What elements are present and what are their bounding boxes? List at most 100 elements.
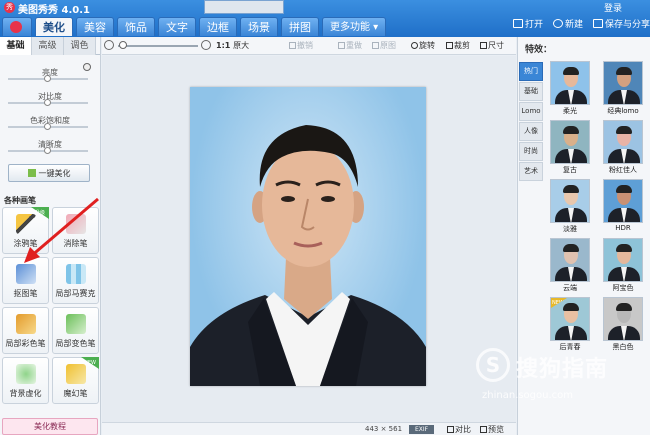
eraser-pen-button[interactable]: 消除笔 bbox=[52, 207, 99, 254]
pen-label: 抠图笔 bbox=[13, 289, 38, 298]
zoom-in-icon[interactable] bbox=[201, 40, 211, 50]
effect-thumbnail bbox=[550, 120, 590, 164]
local-mosaic-button[interactable]: 局部马赛克 bbox=[52, 257, 99, 304]
effect-thumbnail bbox=[603, 297, 643, 341]
slider-handle[interactable] bbox=[44, 123, 51, 130]
local-recolor-pen-button[interactable]: 局部变色笔 bbox=[52, 307, 99, 354]
doodle-pen-button[interactable]: 升级 涂鸦笔 bbox=[2, 207, 49, 254]
tutorial-label: 美化教程 bbox=[34, 422, 66, 431]
mosaic-icon bbox=[65, 264, 86, 284]
recolor-pen-icon bbox=[65, 314, 86, 334]
tab-more-features[interactable]: 更多功能 ▾ bbox=[322, 17, 387, 36]
beautify-tutorial-button[interactable]: 美化教程 bbox=[2, 418, 98, 435]
portrait-photo[interactable] bbox=[190, 87, 426, 386]
effect-grid: 柔光 经典lomo 复古 粉红佳人 淡雅 HDR 云端 阿宝色 NEW 后青春 黑白色 bbox=[545, 61, 649, 355]
effect-item[interactable]: 柔光 bbox=[545, 61, 595, 119]
blur-icon bbox=[15, 364, 36, 384]
effect-item[interactable]: 黑白色 bbox=[598, 297, 648, 355]
effect-item[interactable]: 云端 bbox=[545, 238, 595, 296]
login-link[interactable]: 登录 bbox=[604, 1, 622, 14]
compare-button[interactable]: 对比 bbox=[447, 424, 471, 435]
effect-item[interactable]: 淡雅 bbox=[545, 179, 595, 237]
home-logo-icon bbox=[10, 21, 22, 33]
effect-item[interactable]: NEW 后青春 bbox=[545, 297, 595, 355]
tab-beautify[interactable]: 美化 bbox=[35, 17, 73, 36]
effect-item[interactable]: 粉红佳人 bbox=[598, 120, 648, 178]
magic-pen-button[interactable]: NEW 魔幻笔 bbox=[52, 357, 99, 404]
crop-icon bbox=[446, 42, 453, 49]
one-key-beautify-button[interactable]: 一键美化 bbox=[8, 164, 90, 182]
original-button[interactable]: 原图 bbox=[372, 40, 396, 51]
compare-icon bbox=[447, 426, 454, 433]
brushes-section-title: 各种画笔 bbox=[4, 196, 36, 205]
home-logo-tab[interactable] bbox=[2, 17, 32, 36]
pen-label: 局部马赛克 bbox=[55, 289, 96, 298]
redo-button[interactable]: 重做 bbox=[338, 40, 362, 51]
slider-handle[interactable] bbox=[44, 75, 51, 82]
category-lomo[interactable]: Lomo bbox=[519, 102, 543, 121]
slider-handle[interactable] bbox=[44, 99, 51, 106]
effect-label: 复古 bbox=[563, 166, 577, 174]
cutout-pen-button[interactable]: 抠图笔 bbox=[2, 257, 49, 304]
category-fashion[interactable]: 时尚 bbox=[519, 142, 543, 161]
rotate-button[interactable]: 旋转 bbox=[411, 40, 435, 51]
pen-label: 背景虚化 bbox=[9, 389, 42, 398]
resize-button[interactable]: 尺寸 bbox=[480, 40, 504, 51]
actual-size-button[interactable]: 1:1 原大 bbox=[216, 40, 249, 51]
original-size-label: 原大 bbox=[233, 41, 250, 50]
exif-button[interactable]: EXIF bbox=[409, 425, 434, 434]
effect-item[interactable]: 经典lomo bbox=[598, 61, 648, 119]
local-color-pen-button[interactable]: 局部彩色笔 bbox=[2, 307, 49, 354]
effect-thumbnail bbox=[603, 238, 643, 282]
tab-scene[interactable]: 场景 bbox=[240, 17, 278, 36]
tab-frame[interactable]: 边框 bbox=[199, 17, 237, 36]
undo-button[interactable]: 撤销 bbox=[289, 40, 313, 51]
effect-item[interactable]: 复古 bbox=[545, 120, 595, 178]
tab-collage[interactable]: 拼图 bbox=[281, 17, 319, 36]
zoom-out-icon[interactable] bbox=[104, 40, 114, 50]
slider-handle[interactable] bbox=[44, 147, 51, 154]
subtab-basic[interactable]: 基础 bbox=[0, 37, 32, 55]
open-button[interactable]: 打开 bbox=[512, 17, 543, 30]
subtab-color[interactable]: 调色 bbox=[64, 37, 96, 55]
category-hot[interactable]: 热门 bbox=[519, 62, 543, 81]
preview-button[interactable]: 预览 bbox=[480, 424, 504, 435]
save-label: 保存与分享 bbox=[604, 20, 650, 30]
zoom-slider[interactable] bbox=[118, 45, 198, 47]
save-share-button[interactable]: 保存与分享 bbox=[592, 17, 650, 30]
tab-accessories[interactable]: 饰品 bbox=[117, 17, 155, 36]
effect-thumbnail bbox=[603, 179, 643, 223]
effect-categories: 热门 基础 Lomo 人像 时尚 艺术 bbox=[519, 62, 543, 182]
effect-item[interactable]: 阿宝色 bbox=[598, 238, 648, 296]
effect-label: 黑白色 bbox=[612, 343, 634, 351]
category-portrait[interactable]: 人像 bbox=[519, 122, 543, 141]
rotate-icon bbox=[411, 42, 418, 49]
tab-beauty[interactable]: 美容 bbox=[76, 17, 114, 36]
saturation-slider: 色彩饱和度 bbox=[0, 115, 100, 131]
redo-icon bbox=[338, 42, 345, 49]
status-bar: 443 × 561 EXIF 对比 预览 bbox=[102, 422, 516, 435]
tab-text[interactable]: 文字 bbox=[158, 17, 196, 36]
thumbnail-strip[interactable] bbox=[204, 0, 284, 14]
crop-button[interactable]: 裁剪 bbox=[446, 40, 470, 51]
category-art[interactable]: 艺术 bbox=[519, 162, 543, 181]
effect-thumbnail bbox=[550, 61, 590, 105]
effect-item[interactable]: HDR bbox=[598, 179, 648, 237]
new-button[interactable]: 新建 bbox=[552, 17, 583, 30]
magic-wand-icon bbox=[27, 169, 36, 177]
app-title: 美图秀秀 4.0.1 bbox=[18, 5, 90, 16]
slider-list: 亮度 对比度 色彩饱和度 清晰度 bbox=[0, 67, 100, 155]
zoom-handle[interactable] bbox=[119, 41, 127, 49]
thumb-hair bbox=[563, 126, 579, 134]
top-actions: 打开 新建 保存与分享 bbox=[512, 17, 650, 30]
effect-thumbnail bbox=[603, 61, 643, 105]
background-blur-button[interactable]: 背景虚化 bbox=[2, 357, 49, 404]
subtab-advanced[interactable]: 高级 bbox=[32, 37, 64, 55]
category-basic[interactable]: 基础 bbox=[519, 82, 543, 101]
pen-label: 涂鸦笔 bbox=[13, 239, 38, 248]
image-dimensions: 443 × 561 bbox=[365, 425, 403, 433]
image-canvas[interactable] bbox=[102, 56, 516, 422]
original-label: 原图 bbox=[380, 41, 396, 50]
thumb-hair bbox=[616, 244, 632, 252]
effect-label: 阿宝色 bbox=[612, 284, 634, 292]
